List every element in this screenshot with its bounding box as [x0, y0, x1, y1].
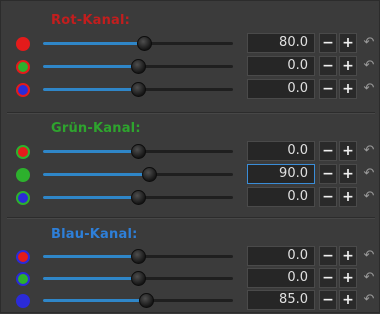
increment-button[interactable]: +	[339, 33, 357, 53]
section-red-channel: Rot-Kanal: 80.0 − + ↶ 0.0 − + ↶ 0.0 − + …	[1, 13, 380, 109]
decrement-button[interactable]: −	[319, 33, 337, 53]
value-field[interactable]: 85.0	[247, 290, 315, 310]
value-field[interactable]: 0.0	[247, 246, 315, 266]
slider-track[interactable]	[43, 249, 233, 264]
reset-icon[interactable]: ↶	[361, 292, 377, 308]
green-dot-icon	[16, 168, 30, 182]
green-dot-icon	[16, 272, 30, 286]
reset-icon[interactable]: ↶	[361, 166, 377, 182]
slider-row-blue-from-blue: 85.0 − + ↶	[1, 290, 380, 312]
slider-knob[interactable]	[131, 144, 146, 159]
decrement-button[interactable]: −	[319, 141, 337, 161]
value-field[interactable]: 0.0	[247, 56, 315, 76]
slider-knob[interactable]	[136, 36, 152, 51]
slider-track[interactable]	[43, 59, 233, 74]
slider-knob[interactable]	[131, 271, 146, 286]
decrement-button[interactable]: −	[319, 56, 337, 76]
reset-icon[interactable]: ↶	[361, 143, 377, 159]
increment-button[interactable]: +	[339, 164, 357, 184]
value-field[interactable]: 0.0	[247, 187, 315, 207]
reset-icon[interactable]: ↶	[361, 35, 377, 51]
increment-button[interactable]: +	[339, 246, 357, 266]
section-title-blue: Blau-Kanal:	[51, 227, 138, 242]
decrement-button[interactable]: −	[319, 246, 337, 266]
red-dot-icon	[16, 37, 30, 51]
slider-track[interactable]	[43, 271, 233, 286]
section-title-green: Grün-Kanal:	[51, 121, 141, 136]
increment-button[interactable]: +	[339, 290, 357, 310]
reset-icon[interactable]: ↶	[361, 58, 377, 74]
increment-button[interactable]: +	[339, 268, 357, 288]
increment-button[interactable]: +	[339, 79, 357, 99]
blue-dot-icon	[16, 294, 30, 308]
red-dot-icon	[16, 145, 30, 159]
section-blue-channel: Blau-Kanal: 0.0 − + ↶ 0.0 − + ↶ 85.0 − +…	[1, 227, 380, 314]
decrement-button[interactable]: −	[319, 79, 337, 99]
increment-button[interactable]: +	[339, 187, 357, 207]
increment-button[interactable]: +	[339, 56, 357, 76]
slider-track[interactable]	[43, 167, 233, 182]
value-field[interactable]: 0.0	[247, 79, 315, 99]
slider-row-green-from-blue: 0.0 − + ↶	[1, 187, 380, 209]
decrement-button[interactable]: −	[319, 290, 337, 310]
slider-row-blue-from-green: 0.0 − + ↶	[1, 268, 380, 290]
slider-track[interactable]	[43, 190, 233, 205]
value-field[interactable]: 90.0	[247, 164, 315, 184]
red-dot-icon	[16, 250, 30, 264]
slider-row-red-from-green: 0.0 − + ↶	[1, 56, 380, 78]
slider-knob[interactable]	[138, 293, 154, 308]
decrement-button[interactable]: −	[319, 164, 337, 184]
value-field[interactable]: 0.0	[247, 268, 315, 288]
slider-knob[interactable]	[131, 59, 146, 74]
slider-knob[interactable]	[131, 82, 146, 97]
reset-icon[interactable]: ↶	[361, 270, 377, 286]
increment-button[interactable]: +	[339, 141, 357, 161]
slider-row-red-from-red: 80.0 − + ↶	[1, 33, 380, 55]
section-divider	[7, 217, 375, 218]
slider-track[interactable]	[43, 82, 233, 97]
value-field[interactable]: 0.0	[247, 141, 315, 161]
slider-knob[interactable]	[131, 249, 146, 264]
green-dot-icon	[16, 60, 30, 74]
value-field[interactable]: 80.0	[247, 33, 315, 53]
slider-track[interactable]	[43, 144, 233, 159]
slider-knob[interactable]	[142, 167, 158, 182]
section-title-red: Rot-Kanal:	[51, 13, 131, 28]
slider-row-red-from-blue: 0.0 − + ↶	[1, 79, 380, 101]
decrement-button[interactable]: −	[319, 187, 337, 207]
reset-icon[interactable]: ↶	[361, 189, 377, 205]
slider-row-green-from-red: 0.0 − + ↶	[1, 141, 380, 163]
slider-track[interactable]	[43, 293, 233, 308]
section-green-channel: Grün-Kanal: 0.0 − + ↶ 90.0 − + ↶ 0.0 − +…	[1, 121, 380, 211]
reset-icon[interactable]: ↶	[361, 248, 377, 264]
slider-knob[interactable]	[131, 190, 146, 205]
blue-dot-icon	[16, 83, 30, 97]
blue-dot-icon	[16, 191, 30, 205]
reset-icon[interactable]: ↶	[361, 81, 377, 97]
slider-row-blue-from-red: 0.0 − + ↶	[1, 246, 380, 268]
decrement-button[interactable]: −	[319, 268, 337, 288]
section-divider	[7, 112, 375, 113]
slider-row-green-from-green: 90.0 − + ↶	[1, 164, 380, 186]
slider-track[interactable]	[43, 36, 233, 51]
channel-mixer-panel: Rot-Kanal: 80.0 − + ↶ 0.0 − + ↶ 0.0 − + …	[0, 0, 380, 313]
